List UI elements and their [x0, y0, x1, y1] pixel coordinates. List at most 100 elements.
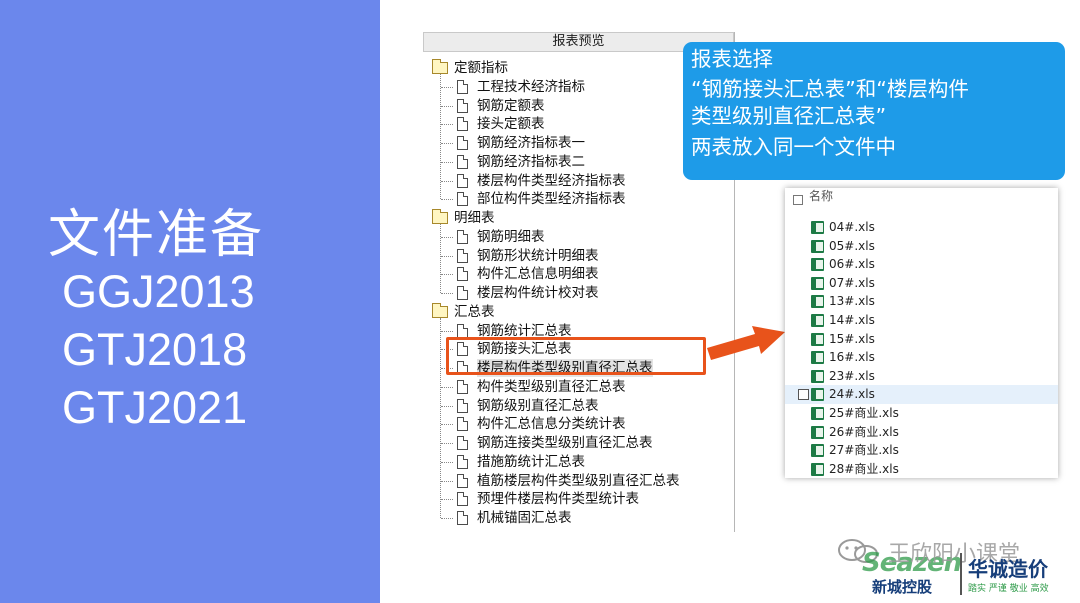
file-row[interactable]: 16#.xls — [785, 348, 1058, 367]
document-icon — [457, 511, 468, 525]
logo-divider — [960, 553, 962, 595]
tree-item-label: 构件汇总信息分类统计表 — [477, 416, 626, 433]
callout-line-3: 两表放入同一个文件中 — [691, 135, 896, 159]
document-icon — [457, 173, 468, 188]
tree-item-label: 工程技术经济指标 — [477, 78, 585, 95]
file-name: 07#.xls — [829, 275, 875, 290]
excel-file-icon — [811, 388, 824, 402]
document-icon — [457, 398, 468, 413]
folder-icon — [432, 59, 448, 74]
file-name: 04#.xls — [829, 220, 875, 234]
file-row[interactable]: 04#.xls — [785, 218, 1058, 237]
selection-highlight-box — [446, 337, 706, 375]
document-icon — [457, 454, 468, 469]
logo-slogan: 踏实 严谨 敬业 高效 — [968, 584, 1049, 594]
file-name: 25#商业.xls — [829, 406, 899, 420]
document-icon — [457, 229, 468, 244]
file-row[interactable]: 28#商业.xls — [785, 460, 1058, 479]
tree-item-label: 钢筋经济指标表二 — [477, 153, 585, 170]
tree-connector — [441, 143, 453, 144]
tree-connector — [441, 424, 453, 426]
version-gtj2018: GTJ2018 — [62, 324, 248, 375]
excel-file-icon — [811, 332, 824, 346]
file-row[interactable]: 25#商业.xls — [785, 404, 1058, 423]
tree-connector — [440, 317, 441, 518]
row-checkbox[interactable] — [798, 389, 809, 401]
folder-icon — [432, 302, 448, 318]
file-row[interactable]: 13#.xls — [785, 292, 1058, 311]
tree-item-label: 植筋楼层构件类型级别直径汇总表 — [477, 472, 680, 489]
file-name: 05#.xls — [829, 238, 875, 253]
tree-folder-label: 定额指标 — [454, 60, 508, 76]
tree-item-label: 钢筋明细表 — [477, 228, 545, 245]
file-row[interactable]: 23#.xls — [785, 367, 1058, 386]
tree-item-label: 预埋件楼层构件类型统计表 — [477, 491, 639, 508]
file-row[interactable]: 27#商业.xls — [785, 441, 1058, 460]
file-name: 13#.xls — [829, 294, 875, 309]
file-row[interactable]: 05#.xls — [785, 237, 1058, 256]
left-panel: 文件准备 GGJ2013 GTJ2018 GTJ2021 — [0, 0, 380, 603]
excel-file-icon — [811, 258, 824, 272]
document-icon — [457, 417, 468, 432]
document-icon — [457, 286, 468, 300]
excel-file-icon — [811, 351, 824, 365]
section-title: 文件准备 — [48, 205, 265, 265]
tree-item-label: 构件汇总信息明细表 — [477, 266, 599, 283]
file-row[interactable]: 14#.xls — [785, 311, 1058, 330]
file-row[interactable]: 15#.xls — [785, 330, 1058, 349]
callout-line-2: 类型级别直径汇总表” — [691, 104, 887, 128]
document-icon — [457, 323, 468, 338]
tree-connector — [441, 236, 453, 238]
file-row[interactable]: 26#商业.xls — [785, 423, 1058, 442]
tree-item-label: 构件类型级别直径汇总表 — [477, 378, 626, 395]
tree-folder-label: 明细表 — [454, 210, 495, 226]
excel-file-icon — [811, 462, 824, 476]
version-ggj2013: GGJ2013 — [62, 266, 255, 317]
file-name: 23#.xls — [829, 368, 875, 383]
tree-connector — [441, 386, 453, 388]
tree-item-label: 钢筋连接类型级别直径汇总表 — [477, 435, 653, 451]
tree-connector — [441, 180, 453, 182]
tree-connector — [441, 480, 453, 482]
logo-cn-right: 华诚造价 — [968, 557, 1048, 581]
document-icon — [457, 436, 468, 450]
file-name: 27#商业.xls — [829, 443, 899, 458]
excel-file-icon — [811, 425, 824, 439]
document-icon — [457, 492, 468, 507]
file-name: 24#.xls — [829, 387, 875, 402]
tree-connector — [441, 461, 453, 463]
file-name: 28#商业.xls — [829, 461, 899, 476]
tree-connector — [441, 255, 453, 257]
document-icon — [457, 79, 468, 94]
select-all-checkbox[interactable] — [793, 195, 803, 205]
tree-item-label: 楼层构件统计校对表 — [477, 285, 599, 301]
file-name: 15#.xls — [829, 331, 875, 346]
file-list-panel: 名称 04#.xls 05#.xls 06#.xls 07#.xls 13#.xls 14… — [785, 188, 1058, 478]
excel-file-icon — [811, 221, 824, 234]
tree-connector — [441, 405, 453, 407]
file-row[interactable]: 24#.xls — [785, 385, 1058, 404]
callout-box: 报表选择 “钢筋接头汇总表”和“楼层构件 类型级别直径汇总表” 两表放入同一个文… — [683, 42, 1065, 180]
tree-connector — [441, 330, 453, 332]
tree-item-label: 钢筋级别直径汇总表 — [477, 397, 599, 414]
tree-connector — [441, 443, 453, 444]
tree-item-label: 楼层构件类型经济指标表 — [477, 172, 626, 189]
tree-connector — [440, 224, 441, 293]
logo-cn-left: 新城控股 — [872, 578, 933, 596]
file-row[interactable]: 07#.xls — [785, 274, 1058, 293]
tree-connector — [441, 518, 453, 519]
file-name: 16#.xls — [829, 350, 875, 365]
document-icon — [457, 154, 468, 169]
document-icon — [457, 117, 468, 132]
file-name: 26#商业.xls — [829, 424, 899, 439]
tree-item-label: 钢筋经济指标表一 — [477, 135, 585, 151]
document-icon — [457, 98, 468, 113]
arrow-right-icon — [707, 326, 785, 360]
excel-file-icon — [811, 295, 824, 309]
tree-item-label: 接头定额表 — [477, 116, 545, 133]
file-row[interactable]: 06#.xls — [785, 255, 1058, 274]
tree-connector — [441, 499, 453, 501]
tree-connector — [441, 161, 453, 163]
excel-file-icon — [811, 407, 824, 420]
name-column-header[interactable]: 名称 — [809, 187, 833, 204]
